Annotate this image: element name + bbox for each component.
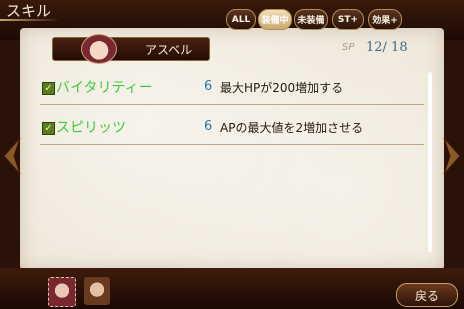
skill-row[interactable]: ✓ バイタリティー 6 最大HPが200増加する <box>40 74 424 105</box>
equipped-check-icon[interactable]: ✓ <box>42 82 55 95</box>
filter-effect-button[interactable]: 効果+ <box>368 9 402 30</box>
scrollbar[interactable] <box>428 72 432 252</box>
skill-name: スピリッツ <box>56 120 126 136</box>
scroll-thumb[interactable] <box>428 72 432 252</box>
filter-all-button[interactable]: ALL <box>226 9 256 30</box>
title-underline <box>0 19 60 21</box>
filter-equipped-button[interactable]: 装備中 <box>258 9 292 30</box>
skill-cost: 6 <box>204 119 213 134</box>
skill-name: バイタリティー <box>56 80 153 96</box>
skill-panel <box>20 28 444 270</box>
skill-cost: 6 <box>204 79 213 94</box>
character-name: アスベル <box>145 43 193 57</box>
filter-st-button[interactable]: ST+ <box>332 9 364 30</box>
right-arrow-icon[interactable] <box>442 136 462 176</box>
filter-unequipped-button[interactable]: 未装備 <box>294 9 328 30</box>
sp-count: 12/ 18 <box>366 40 408 55</box>
character-portrait <box>81 34 117 64</box>
skill-description: APの最大値を2増加させる <box>220 121 364 135</box>
back-button[interactable]: 戻る <box>396 283 458 307</box>
character-thumb-selected[interactable] <box>48 277 76 307</box>
equipped-check-icon[interactable]: ✓ <box>42 122 55 135</box>
skill-description: 最大HPが200増加する <box>220 81 344 95</box>
screen-title: スキル <box>6 2 52 20</box>
left-arrow-icon[interactable] <box>2 136 22 176</box>
sp-label: SP <box>342 42 355 53</box>
skill-row[interactable]: ✓ スピリッツ 6 APの最大値を2増加させる <box>40 114 424 145</box>
character-thumb[interactable] <box>84 277 110 305</box>
character-tab[interactable]: アスベル <box>52 34 210 64</box>
